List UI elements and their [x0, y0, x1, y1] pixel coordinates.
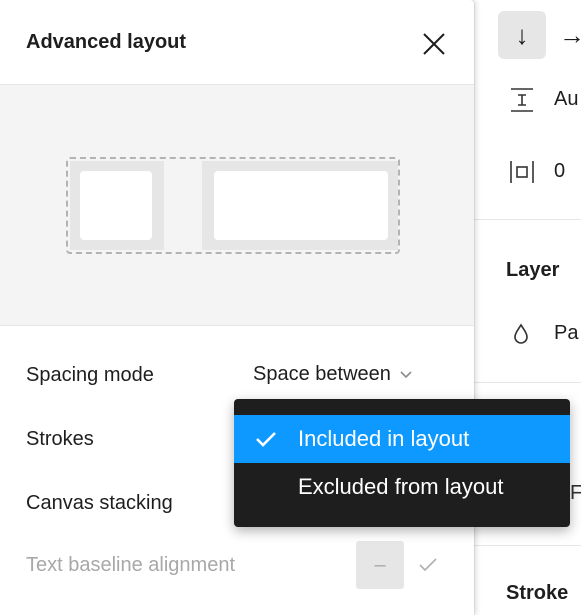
check-icon [256, 432, 276, 447]
spacing-mode-value: Space between [253, 363, 391, 385]
menu-item-included[interactable]: Included in layout [234, 415, 570, 463]
menu-item-label: Included in layout [298, 426, 470, 451]
chevron-down-icon [400, 370, 412, 378]
direction-vertical-button[interactable]: ↓ [498, 11, 546, 59]
divider [474, 545, 581, 546]
canvas-stacking-label: Canvas stacking [26, 492, 173, 514]
strokes-label: Strokes [26, 428, 94, 450]
close-button[interactable] [416, 26, 452, 62]
spacing-icon [508, 86, 536, 114]
padding-icon [508, 158, 536, 186]
modal-title: Advanced layout [26, 31, 187, 53]
preview-item [202, 161, 398, 250]
check-icon [419, 558, 437, 572]
partial-label: F [570, 482, 581, 504]
modal-header: Advanced layout [0, 0, 474, 85]
text-baseline-value[interactable]: – [356, 541, 404, 589]
preview-frame [66, 157, 400, 254]
strokes-dropdown-menu: Included in layout Excluded from layout [234, 399, 570, 527]
text-baseline-toggle[interactable] [416, 553, 440, 577]
blend-mode-value[interactable]: Pa [554, 322, 578, 345]
menu-item-label: Excluded from layout [298, 474, 504, 499]
arrow-right-icon: → [559, 19, 581, 50]
spacing-value[interactable]: Au [554, 88, 578, 111]
divider [474, 382, 581, 383]
arrow-down-icon: ↓ [515, 19, 529, 50]
stroke-section-title: Stroke [506, 582, 569, 604]
padding-value[interactable]: 0 [554, 160, 565, 183]
spacing-mode-select[interactable]: Space between [253, 363, 413, 386]
layout-preview [0, 85, 474, 326]
divider [474, 219, 581, 220]
menu-item-excluded[interactable]: Excluded from layout [234, 463, 570, 511]
text-baseline-label: Text baseline alignment [26, 554, 236, 576]
layer-section-title: Layer [506, 259, 560, 281]
close-icon [423, 33, 445, 55]
preview-item [70, 161, 164, 250]
spacing-mode-label: Spacing mode [26, 364, 154, 386]
direction-horizontal-button[interactable]: → [548, 11, 581, 59]
blend-drop-icon [510, 322, 532, 344]
